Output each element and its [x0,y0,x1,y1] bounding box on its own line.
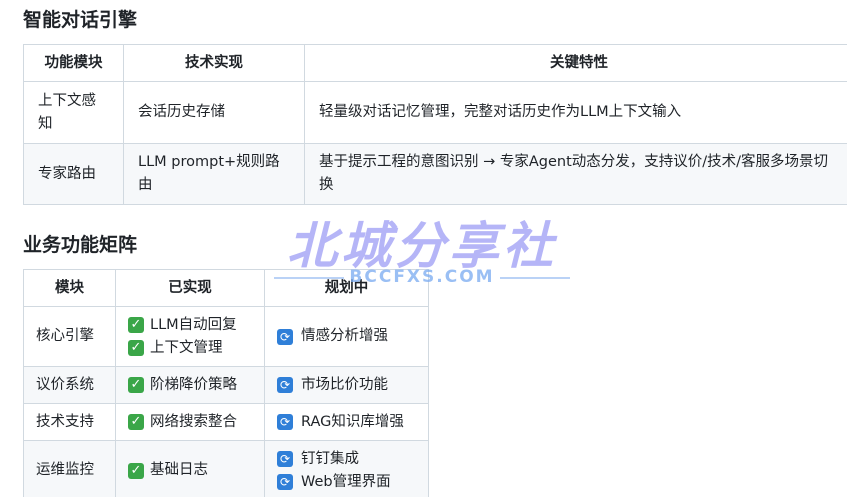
planned-cell: ⟳ 市场比价功能 [264,366,429,404]
section-title-matrix: 业务功能矩阵 [23,234,138,256]
table-cell: 上下文感知 [23,81,124,144]
planned-cell: ⟳ 钉钉集成 ⟳ Web管理界面 [264,440,429,497]
sync-arrows-icon: ⟳ [277,451,293,467]
column-header: 技术实现 [123,44,305,82]
sync-arrows-icon: ⟳ [277,474,293,490]
feature-matrix-table: 模块 已实现 规划中 核心引擎 ✓ LLM自动回复 ✓ 上下文管理 ⟳ 情感分析增强 [23,269,429,497]
check-mark-icon: ✓ [128,377,144,393]
module-cell: 议价系统 [23,366,116,404]
check-mark-icon: ✓ [128,317,144,333]
table-row: 核心引擎 ✓ LLM自动回复 ✓ 上下文管理 ⟳ 情感分析增强 [23,306,429,367]
table-cell: 基于提示工程的意图识别 → 专家Agent动态分发，支持议价/技术/客服多场景切… [304,143,847,205]
column-header: 模块 [23,269,116,307]
column-header: 已实现 [115,269,265,307]
table-row: 运维监控 ✓ 基础日志 ⟳ 钉钉集成 ⟳ Web管理界面 [23,440,429,497]
done-cell: ✓ LLM自动回复 ✓ 上下文管理 [115,306,265,367]
column-header: 规划中 [264,269,429,307]
table-row: 技术支持 ✓ 网络搜索整合 ⟳ RAG知识库增强 [23,403,429,441]
done-cell: ✓ 阶梯降价策略 [115,366,265,404]
page: 智能对话引擎 功能模块 技术实现 关键特性 上下文感知 会话历史存储 轻量级对话… [0,0,847,497]
planned-item: ⟳ 钉钉集成 [277,448,416,471]
planned-item: ⟳ 市场比价功能 [277,374,416,397]
done-item: ✓ 网络搜索整合 [128,411,252,434]
planned-item: ⟳ 情感分析增强 [277,325,416,348]
module-cell: 技术支持 [23,403,116,441]
sync-arrows-icon: ⟳ [277,328,293,345]
section-title-engine: 智能对话引擎 [23,9,138,31]
planned-item: ⟳ Web管理界面 [277,471,416,494]
planned-item: ⟳ RAG知识库增强 [277,411,416,434]
watermark-main: 北城分享社 [287,217,557,275]
table-header-row: 模块 已实现 规划中 [23,269,429,307]
done-cell: ✓ 基础日志 [115,440,265,497]
check-mark-icon: ✓ [128,414,144,430]
table-cell: LLM prompt+规则路由 [123,143,305,205]
table-cell: 会话历史存储 [123,81,305,144]
done-item: ✓ 上下文管理 [128,337,252,360]
column-header: 功能模块 [23,44,124,82]
sync-arrows-icon: ⟳ [277,414,293,430]
planned-cell: ⟳ 情感分析增强 [264,306,429,367]
module-cell: 运维监控 [23,440,116,497]
watermark-line-right [500,277,570,279]
engine-table: 功能模块 技术实现 关键特性 上下文感知 会话历史存储 轻量级对话记忆管理，完整… [23,44,847,205]
table-cell: 轻量级对话记忆管理，完整对话历史作为LLM上下文输入 [304,81,847,144]
done-item: ✓ LLM自动回复 [128,314,252,337]
check-mark-icon: ✓ [128,462,144,479]
planned-cell: ⟳ RAG知识库增强 [264,403,429,441]
done-cell: ✓ 网络搜索整合 [115,403,265,441]
table-row: 上下文感知 会话历史存储 轻量级对话记忆管理，完整对话历史作为LLM上下文输入 [23,81,847,144]
done-item: ✓ 阶梯降价策略 [128,374,252,397]
table-row: 专家路由 LLM prompt+规则路由 基于提示工程的意图识别 → 专家Age… [23,143,847,205]
sync-arrows-icon: ⟳ [277,377,293,393]
check-mark-icon: ✓ [128,340,144,356]
module-cell: 核心引擎 [23,306,116,367]
table-row: 议价系统 ✓ 阶梯降价策略 ⟳ 市场比价功能 [23,366,429,404]
done-item: ✓ 基础日志 [128,459,252,482]
column-header: 关键特性 [304,44,847,82]
table-cell: 专家路由 [23,143,124,205]
table-header-row: 功能模块 技术实现 关键特性 [23,44,847,82]
